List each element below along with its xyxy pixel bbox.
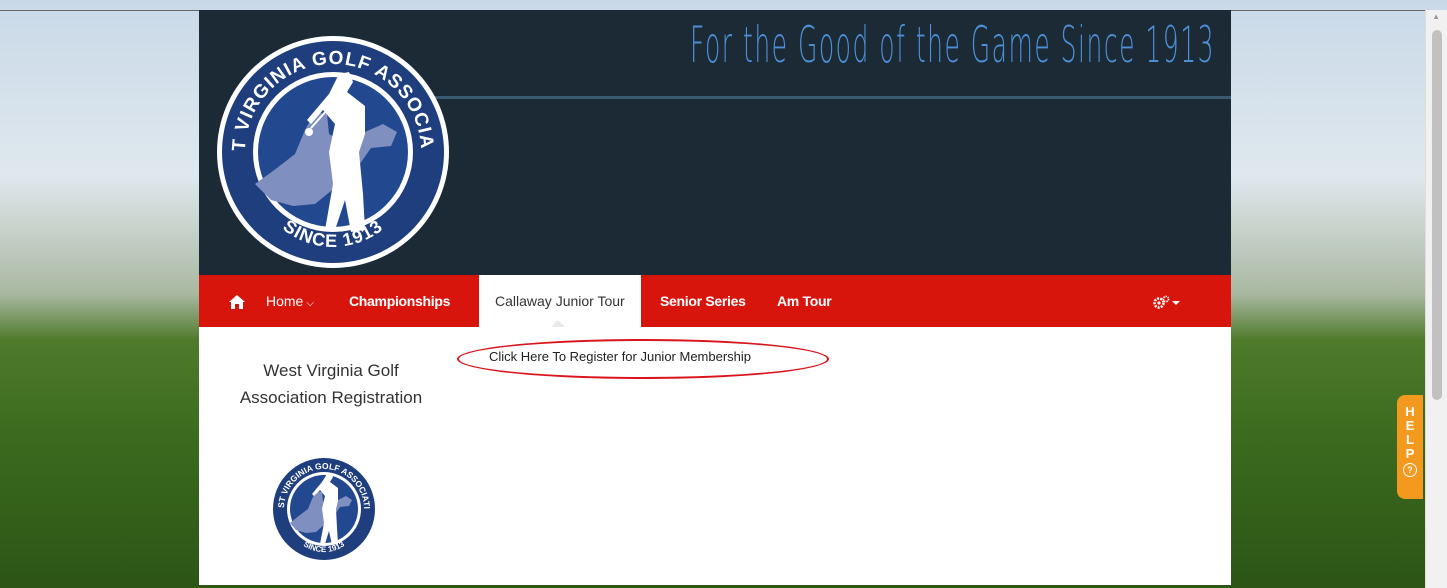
nav-home-label: Home [266,293,304,309]
home-icon[interactable] [229,275,245,327]
help-letter-l: L [1406,432,1414,447]
help-letter-p: P [1405,446,1415,461]
banner-divider [429,96,1231,99]
wvga-small-logo: WEST VIRGINIA GOLF ASSOCIATION SINCE 191… [270,455,377,562]
nav-item-senior-series[interactable]: Senior Series [660,275,746,327]
nav-championships-label: Championships [349,293,451,309]
header-banner: For the Good of the Game Since 1913 WEST… [199,10,1231,275]
wvga-logo[interactable]: WEST VIRGINIA GOLF ASSOCIATION SINCE 191… [215,34,451,270]
help-tab[interactable]: H E L P ? [1397,395,1423,499]
help-letter-h: H [1405,404,1415,419]
question-circle-icon: ? [1403,463,1417,477]
nav-item-championships[interactable]: Championships [349,275,450,327]
sidebar-title: West Virginia Golf Association Registrat… [239,361,423,407]
gears-icon[interactable] [1153,275,1181,327]
nav-item-am-tour[interactable]: Am Tour [777,275,832,327]
nav-senior-series-label: Senior Series [660,293,746,309]
nav-am-tour-label: Am Tour [777,293,832,309]
scroll-up-arrow-icon[interactable]: ▲ [1432,12,1440,21]
scrollbar-thumb[interactable] [1432,30,1442,400]
nav-junior-tour-label: Callaway Junior Tour [495,293,625,309]
highlight-annotation [457,339,829,379]
page-wrapper: For the Good of the Game Since 1913 WEST… [199,10,1231,588]
main-nav: Home ⌵ Championships Callaway Junior Tour… [199,275,1231,327]
help-letter-e: E [1405,418,1415,433]
nav-item-home[interactable]: Home ⌵ [266,275,314,327]
content-area: West Virginia Golf Association Registrat… [199,327,1231,585]
chevron-down-icon: ⌵ [306,298,314,309]
banner-tagline: For the Good of the Game Since 1913 [689,16,1215,74]
active-tab-pointer [551,320,565,327]
